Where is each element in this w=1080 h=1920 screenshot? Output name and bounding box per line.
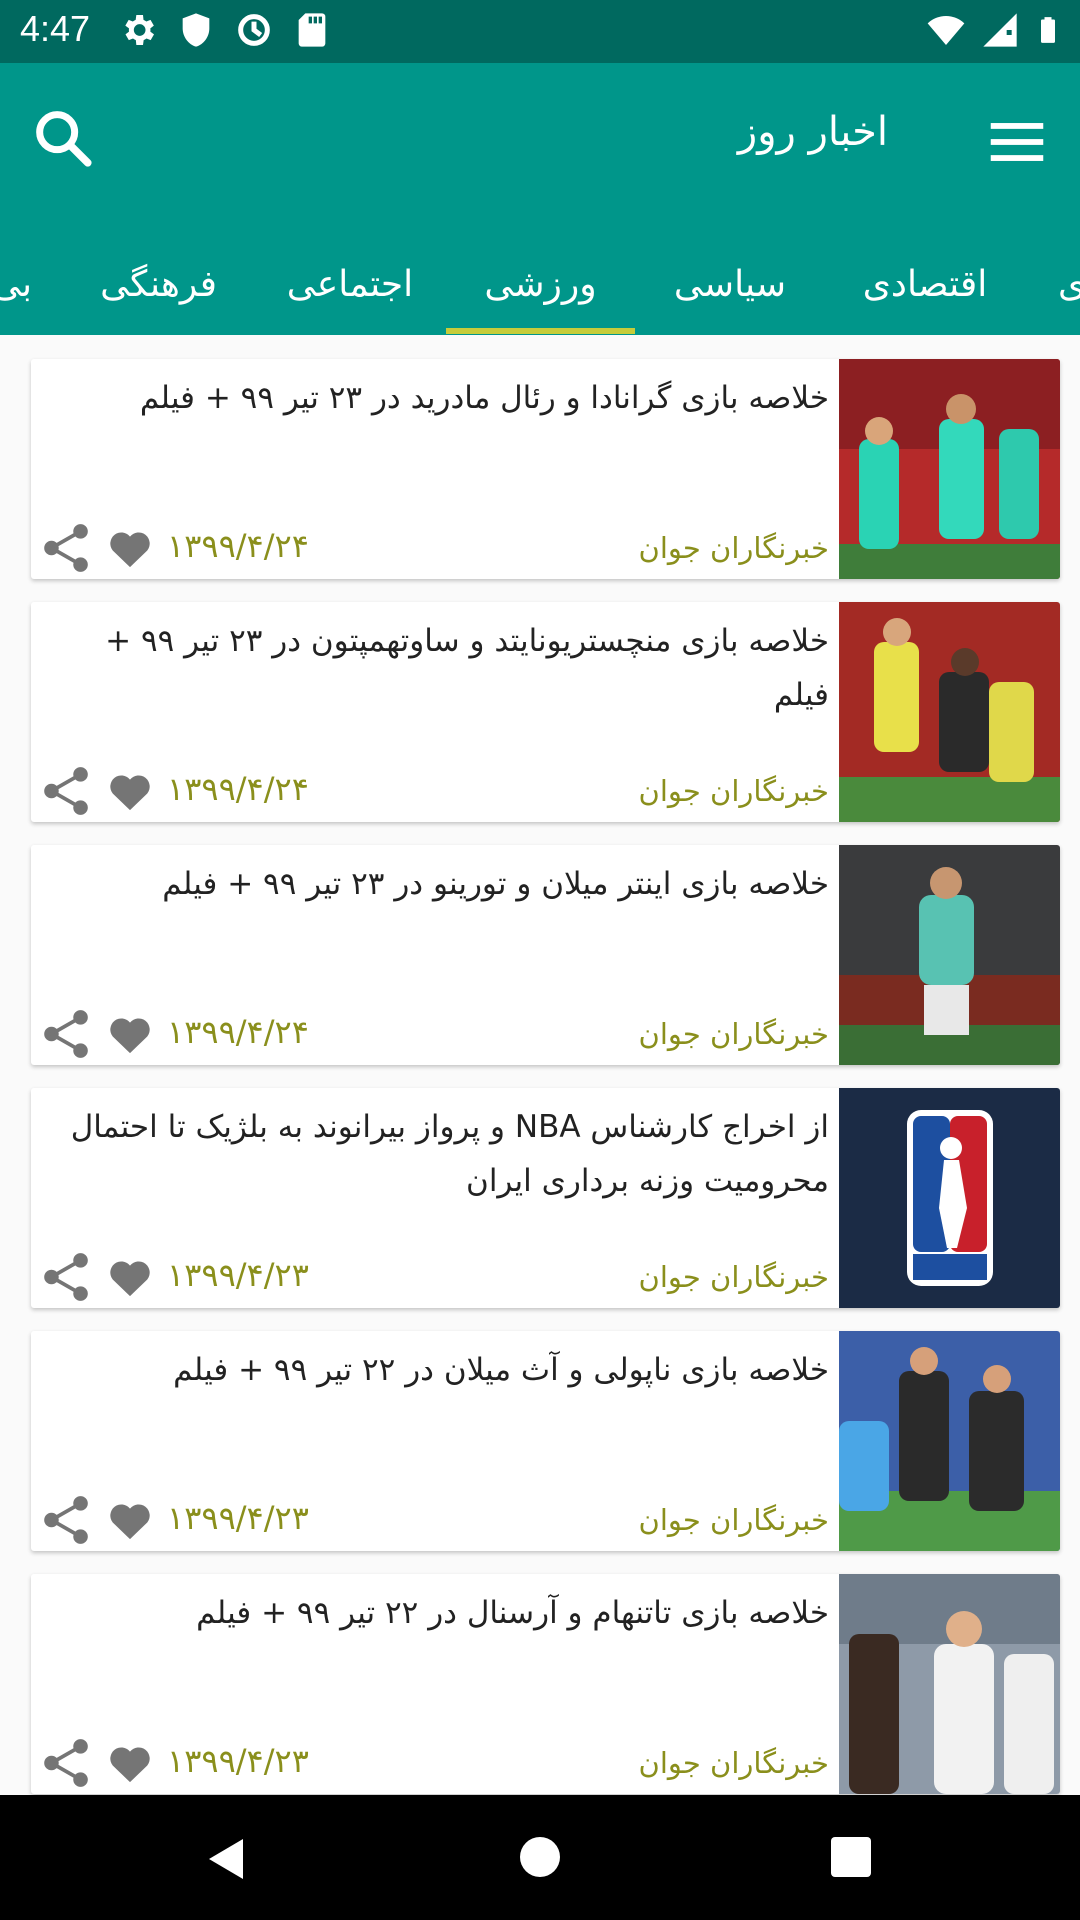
article-date: ۱۳۹۹/۴/۲۴ [167,1013,309,1051]
article-thumbnail [839,1331,1060,1551]
search-icon[interactable] [28,103,98,173]
tab-sports[interactable]: ورزشی [446,235,635,335]
article-title: خلاصه بازی ناپولی و آث میلان در ۲۲ تیر ۹… [173,1352,829,1388]
article-title: خلاصه بازی اینتر میلان و تورینو در ۲۳ تی… [162,866,829,902]
menu-icon[interactable] [982,107,1052,177]
tab-partial-right[interactable]: ی [1058,235,1080,335]
article-title: خلاصه بازی منچستریونایتد و ساوتهمپتون در… [105,623,829,713]
article-thumbnail [839,359,1060,579]
category-tabs: ی اقتصادی سیاسی ورزشی اجتماعی فرهنگی بی [0,235,1080,335]
heart-icon[interactable] [108,1015,152,1055]
heart-icon[interactable] [108,1501,152,1541]
article-card[interactable]: از اخراج کارشناس NBA و پرواز بیرانوند به… [31,1088,1060,1308]
article-title: از اخراج کارشناس NBA و پرواز بیرانوند به… [70,1109,829,1199]
tab-economic[interactable]: اقتصادی [850,235,1000,335]
heart-icon[interactable] [108,1258,152,1298]
selected-tab-indicator [446,328,635,334]
recents-icon[interactable] [829,1835,873,1879]
article-thumbnail [839,1574,1060,1794]
article-source: خبرنگاران جوان [638,531,829,565]
article-card[interactable]: خلاصه بازی ناپولی و آث میلان در ۲۲ تیر ۹… [31,1331,1060,1551]
settings-icon [125,15,154,45]
article-date: ۱۳۹۹/۴/۲۳ [167,1256,309,1294]
article-date: ۱۳۹۹/۴/۲۴ [167,527,309,565]
heart-icon[interactable] [108,1744,152,1784]
article-thumbnail [839,845,1060,1065]
home-icon[interactable] [518,1835,562,1879]
article-source: خبرنگاران جوان [638,1503,829,1537]
article-thumbnail [839,1088,1060,1308]
data-saver-icon [238,14,270,46]
article-list[interactable]: خلاصه بازی گرانادا و رئال مادرید در ۲۳ ت… [0,335,1080,1795]
tab-cultural[interactable]: فرهنگی [96,235,221,335]
article-source: خبرنگاران جوان [638,1260,829,1294]
shield-icon [182,13,210,47]
heart-icon[interactable] [108,772,152,812]
system-nav-bar [0,1795,1080,1920]
status-bar: 4:47 [0,0,1080,63]
share-icon[interactable] [41,1250,91,1304]
share-icon[interactable] [41,521,91,575]
app-title: اخبار روز [737,109,888,155]
article-thumbnail [839,602,1060,822]
article-source: خبرنگاران جوان [638,774,829,808]
back-icon[interactable] [203,1835,247,1883]
wifi-icon [927,16,965,45]
share-icon[interactable] [41,1736,91,1790]
article-date: ۱۳۹۹/۴/۲۳ [167,1499,309,1537]
article-card[interactable]: خلاصه بازی اینتر میلان و تورینو در ۲۳ تی… [31,845,1060,1065]
article-card[interactable]: خلاصه بازی گرانادا و رئال مادرید در ۲۳ ت… [31,359,1060,579]
article-title: خلاصه بازی گرانادا و رئال مادرید در ۲۳ ت… [139,380,829,416]
signal-icon [983,13,1017,47]
share-icon[interactable] [41,764,91,818]
article-card[interactable]: خلاصه بازی منچستریونایتد و ساوتهمپتون در… [31,602,1060,822]
article-source: خبرنگاران جوان [638,1017,829,1051]
tab-partial-left[interactable]: بی [0,235,32,335]
share-icon[interactable] [41,1493,91,1547]
tab-political[interactable]: سیاسی [665,235,795,335]
sd-card-icon [298,13,326,47]
article-source: خبرنگاران جوان [638,1746,829,1780]
article-date: ۱۳۹۹/۴/۲۳ [167,1742,309,1780]
share-icon[interactable] [41,1007,91,1061]
heart-icon[interactable] [108,529,152,569]
tab-social[interactable]: اجتماعی [280,235,420,335]
article-title: خلاصه بازی تاتنهام و آرسنال در ۲۲ تیر ۹۹… [196,1595,829,1631]
article-date: ۱۳۹۹/۴/۲۴ [167,770,309,808]
app-bar: اخبار روز ی اقتصادی سیاسی ورزشی اجتماعی … [0,63,1080,335]
battery-icon [1041,17,1055,43]
status-time: 4:47 [20,8,91,49]
article-card[interactable]: خلاصه بازی تاتنهام و آرسنال در ۲۲ تیر ۹۹… [31,1574,1060,1794]
